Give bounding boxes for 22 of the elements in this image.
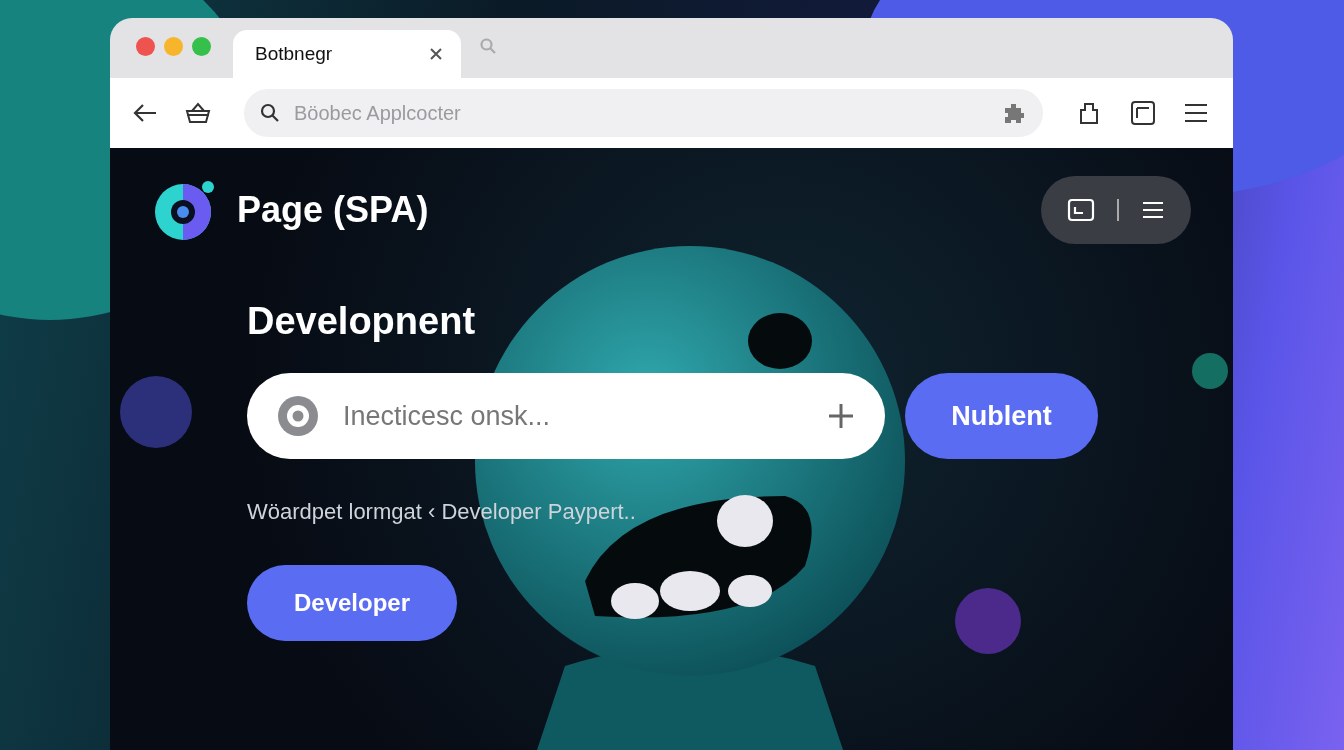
sidebar-icon[interactable] <box>1129 99 1157 127</box>
search-icon <box>260 103 280 123</box>
target-icon <box>277 395 319 437</box>
brand-title: Page (SPA) <box>237 189 429 231</box>
tab-title: Botbnegr <box>255 43 333 65</box>
close-icon[interactable] <box>429 47 443 61</box>
close-window-icon[interactable] <box>136 36 155 56</box>
plus-icon[interactable] <box>827 402 855 430</box>
back-arrow-icon[interactable] <box>132 102 158 124</box>
browser-tab[interactable]: Botbnegr <box>233 30 461 78</box>
search-button[interactable]: Nublent <box>905 373 1098 459</box>
basket-icon[interactable] <box>184 101 212 125</box>
logo-icon <box>153 178 217 242</box>
developer-button[interactable]: Developer <box>247 565 457 641</box>
search-input[interactable]: Inecticesc onsk... <box>341 399 805 433</box>
tagline: Wöardpet lormgat ‹ Developer Paypert.. <box>247 499 637 525</box>
decorative-circle <box>1192 353 1228 389</box>
window-icon[interactable] <box>1067 198 1095 222</box>
search-field[interactable]: Inecticesc onsk... <box>247 373 885 459</box>
menu-icon[interactable] <box>1183 102 1209 124</box>
page-heading: Developnent <box>247 300 477 343</box>
address-bar[interactable]: Böobec Applcocter <box>244 89 1043 137</box>
